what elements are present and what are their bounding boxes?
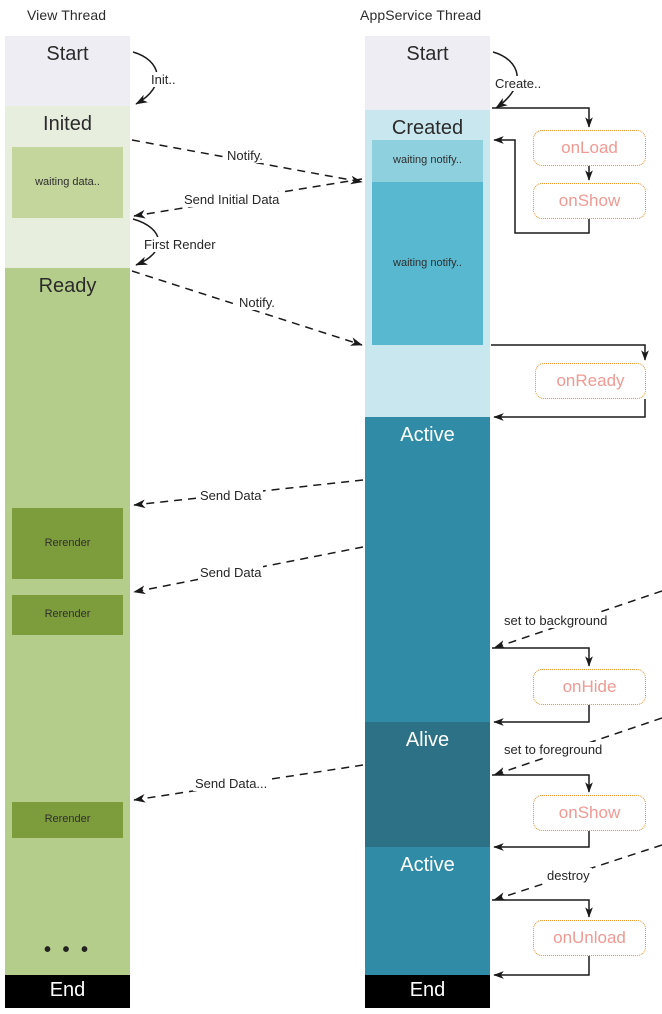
appservice-segment-label-start: Start <box>406 43 449 65</box>
edge-onhide-return <box>493 705 590 726</box>
edge-label-destroy: destroy <box>545 868 592 883</box>
view-segment-start: Start <box>5 36 130 106</box>
edge-label-first-render: First Render <box>142 237 218 252</box>
appservice-segment-label-created: Created <box>391 117 464 139</box>
view-thread-lane: Start Inited Ready End waiting data.. Rerende… <box>5 0 130 1014</box>
callback-onunload[interactable]: onUnload <box>533 920 646 956</box>
appservice-segment-label-end: End <box>409 979 446 1001</box>
view-box-rerender-1: Rerender <box>12 508 123 579</box>
edge-label-create: Create.. <box>493 76 544 91</box>
appservice-segment-label-active1: Active <box>400 424 455 446</box>
edge-onready-return <box>493 399 646 421</box>
lifecycle-sequence-diagram: View Thread AppService Thread Start Inite… <box>0 0 662 1014</box>
view-box-rerender-2: Rerender <box>12 595 123 635</box>
view-segment-label-end: End <box>49 979 86 1001</box>
appservice-box-label-waiting-notify-2: waiting notify.. <box>393 256 462 269</box>
edge-label-send-initial-data: Send Initial Data <box>182 192 282 207</box>
edge-label-init: Init.. <box>149 72 178 87</box>
appservice-segment-active1: Active <box>365 417 490 722</box>
edge-to-onunload <box>492 899 593 918</box>
edge-to-onhide <box>492 647 593 667</box>
callback-onready[interactable]: onReady <box>535 363 646 399</box>
appservice-segment-active2: Active <box>365 847 490 975</box>
view-box-waiting-data: waiting data.. <box>12 147 123 218</box>
view-box-label-rerender-3: Rerender <box>44 813 91 825</box>
appservice-segment-start: Start <box>365 36 490 110</box>
edge-label-set-to-background: set to background <box>502 613 610 628</box>
view-segment-label-start: Start <box>46 43 89 65</box>
edge-label-send-data-3: Send Data... <box>193 776 270 791</box>
appservice-thread-lane: Start Created Active Alive Active End waiting … <box>365 0 490 1014</box>
edge-to-onshow-2 <box>492 774 593 793</box>
view-segment-label-ready: Ready <box>38 275 97 297</box>
edge-label-notify-2: Notify. <box>237 295 277 310</box>
appservice-segment-label-alive: Alive <box>405 729 450 751</box>
appservice-segment-alive: Alive <box>365 722 490 847</box>
edge-to-onready <box>491 344 649 361</box>
edge-to-onload <box>492 107 593 128</box>
edge-onunload-return <box>493 956 590 979</box>
view-box-rerender-3: Rerender <box>12 802 123 838</box>
edge-label-notify-1: Notify. <box>225 148 265 163</box>
callback-onshow-2[interactable]: onShow <box>533 795 646 831</box>
view-box-label-rerender-2: Rerender <box>44 608 91 620</box>
callback-onshow-1[interactable]: onShow <box>533 183 646 219</box>
appservice-segment-end: End <box>365 975 490 1008</box>
callback-onload[interactable]: onLoad <box>533 130 646 166</box>
view-box-label-waiting-data: waiting data.. <box>35 175 100 188</box>
view-box-label-rerender-1: Rerender <box>44 536 91 549</box>
callback-onhide[interactable]: onHide <box>533 669 646 705</box>
appservice-box-label-waiting-notify-1: waiting notify.. <box>393 154 462 166</box>
edge-onshow-return-2 <box>493 831 590 851</box>
appservice-segment-label-active2: Active <box>400 854 455 876</box>
view-segment-end: End <box>5 975 130 1008</box>
view-ellipsis: • • • <box>43 939 92 961</box>
view-segment-label-inited: Inited <box>43 113 92 135</box>
edge-label-set-to-foreground: set to foreground <box>502 742 605 757</box>
appservice-box-waiting-notify-1: waiting notify.. <box>372 140 483 182</box>
appservice-box-waiting-notify-2: waiting notify.. <box>372 182 483 345</box>
edge-label-send-data-1: Send Data <box>198 488 264 503</box>
edge-label-send-data-2: Send Data <box>198 565 264 580</box>
